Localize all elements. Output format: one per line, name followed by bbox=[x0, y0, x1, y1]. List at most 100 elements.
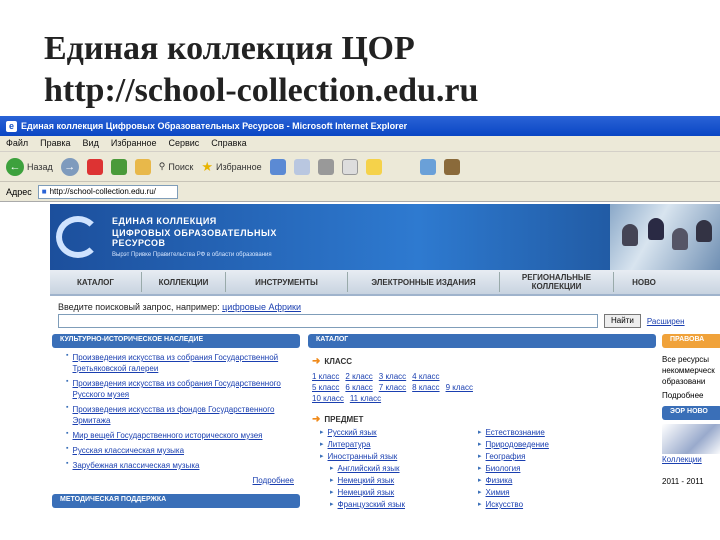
subject-link[interactable]: Физика bbox=[486, 475, 513, 487]
subject-link[interactable]: Французский язык bbox=[338, 499, 405, 511]
heritage-link[interactable]: Зарубежная классическая музыка bbox=[72, 460, 199, 471]
class-link[interactable]: 5 класс bbox=[312, 382, 339, 393]
bullet-icon: ▸ bbox=[478, 489, 482, 496]
menu-bar: Файл Правка Вид Избранное Сервис Справка bbox=[0, 136, 720, 152]
catalog-column: КАТАЛОГ ➜ КЛАСС 1 класс 2 класс 3 класс 4 к… bbox=[308, 334, 656, 511]
magnifier-icon: ⚲ bbox=[158, 161, 166, 171]
menu-tools[interactable]: Сервис bbox=[168, 138, 199, 149]
subject-item: ▸ Русский язык bbox=[320, 427, 478, 439]
class-link[interactable]: 6 класс bbox=[345, 382, 372, 393]
back-button[interactable]: ← Назад bbox=[6, 157, 53, 176]
menu-file[interactable]: Файл bbox=[6, 138, 28, 149]
subject-link[interactable]: Русский язык bbox=[328, 427, 377, 439]
class-link[interactable]: 9 класс bbox=[446, 382, 473, 393]
bullet-icon: ▪ bbox=[66, 460, 69, 467]
class-link[interactable]: 3 класс bbox=[379, 371, 406, 382]
heritage-link[interactable]: Произведения искусства из фондов Государ… bbox=[72, 404, 300, 426]
class-link[interactable]: 4 класс bbox=[412, 371, 439, 382]
eor-header: ЭОР НОВО bbox=[662, 406, 720, 420]
legal-text: Все ресурсы некоммерческ образовани bbox=[662, 354, 720, 387]
find-button[interactable]: Найти bbox=[604, 314, 641, 328]
class-link[interactable]: 10 класс bbox=[312, 393, 344, 404]
print-icon[interactable] bbox=[317, 158, 334, 175]
menu-edit[interactable]: Правка bbox=[40, 138, 70, 149]
class-link[interactable]: 7 класс bbox=[379, 382, 406, 393]
address-input[interactable]: ■ http://school-collection.edu.ru/ bbox=[37, 184, 178, 199]
advanced-search-link[interactable]: Расширен bbox=[647, 317, 685, 326]
subject-item: ▸ Литература bbox=[320, 439, 478, 451]
subject-item: ▸ Французский язык bbox=[320, 499, 478, 511]
eor-link[interactable]: Коллекции bbox=[662, 454, 720, 465]
heritage-link[interactable]: Произведения искусства из собрания Госуд… bbox=[72, 352, 300, 374]
subject-link[interactable]: Биология bbox=[486, 463, 521, 475]
nav-news[interactable]: НОВО bbox=[614, 272, 674, 292]
slide-title-line1: Единая коллекция ЦОР bbox=[44, 30, 415, 67]
nav-collections[interactable]: КОЛЛЕКЦИИ bbox=[142, 272, 226, 292]
forward-button[interactable]: → bbox=[60, 157, 79, 176]
right-column: ПРАВОВА Все ресурсы некоммерческ образов… bbox=[662, 334, 720, 486]
subject-link[interactable]: Иностранный язык bbox=[328, 451, 398, 463]
subject-link[interactable]: Английский язык bbox=[338, 463, 400, 475]
nav-regional[interactable]: РЕГИОНАЛЬНЫЕ КОЛЛЕКЦИИ bbox=[500, 272, 614, 292]
messenger-icon[interactable] bbox=[419, 158, 436, 175]
browser-toolbar: ← Назад → ⚲ Поиск ★ Избранное bbox=[0, 152, 720, 182]
methodical-header: МЕТОДИЧЕСКАЯ ПОДДЕРЖКА bbox=[52, 494, 300, 508]
subject-link[interactable]: Естествознание bbox=[486, 427, 545, 439]
bullet-icon: ▸ bbox=[478, 453, 482, 460]
bullet-icon: ▪ bbox=[66, 404, 69, 411]
nav-catalog[interactable]: КАТАЛОГ bbox=[50, 272, 142, 292]
subject-item: ▸ Немецкий язык bbox=[320, 487, 478, 499]
heritage-item: ▪ Произведения искусства из собрания Госу… bbox=[66, 378, 300, 400]
mail-icon[interactable] bbox=[293, 158, 310, 175]
subject-link[interactable]: Немецкий язык bbox=[338, 475, 395, 487]
legal-more[interactable]: Подробнее bbox=[662, 391, 720, 400]
subjects-right: ▸ Естествознание ▸ Природоведение ▸ География… bbox=[478, 427, 648, 511]
favorites-button[interactable]: ★ Избранное bbox=[201, 159, 261, 175]
class-link[interactable]: 8 класс bbox=[412, 382, 439, 393]
heritage-link[interactable]: Произведения искусства из собрания Госуд… bbox=[72, 378, 300, 400]
subject-title: ПРЕДМЕТ bbox=[324, 415, 364, 424]
refresh-icon[interactable] bbox=[110, 158, 127, 175]
address-bar: Адрес ■ http://school-collection.edu.ru/ bbox=[0, 182, 720, 202]
bullet-icon: ▸ bbox=[478, 501, 482, 508]
search-button[interactable]: ⚲ Поиск bbox=[159, 161, 194, 172]
search-example-link[interactable]: цифровые Африки bbox=[222, 302, 301, 312]
bullet-icon: ▸ bbox=[478, 429, 482, 436]
subject-link[interactable]: Природоведение bbox=[486, 439, 549, 451]
subject-link[interactable]: Искусство bbox=[486, 499, 524, 511]
heritage-link[interactable]: Мир вещей Государственного исторического… bbox=[72, 430, 262, 441]
site-search-input[interactable] bbox=[58, 314, 598, 328]
menu-help[interactable]: Справка bbox=[211, 138, 246, 149]
heritage-more-link[interactable]: Подробнее bbox=[52, 475, 300, 486]
history-icon[interactable] bbox=[269, 158, 286, 175]
class-link[interactable]: 1 класс bbox=[312, 371, 339, 382]
subject-link[interactable]: Немецкий язык bbox=[338, 487, 395, 499]
slide-title: Единая коллекция ЦОР http://school-colle… bbox=[44, 28, 478, 112]
edit-icon[interactable] bbox=[341, 158, 358, 175]
menu-view[interactable]: Вид bbox=[83, 138, 99, 149]
nav-tools[interactable]: ИНСТРУМЕНТЫ bbox=[226, 272, 348, 292]
heritage-link[interactable]: Русская классическая музыка bbox=[72, 445, 184, 456]
bullet-icon: ▪ bbox=[66, 430, 69, 437]
bullet-icon: ▪ bbox=[66, 445, 69, 452]
research-icon[interactable] bbox=[443, 158, 460, 175]
subject-link[interactable]: География bbox=[486, 451, 526, 463]
bullet-icon: ▸ bbox=[320, 453, 324, 460]
legal-text-line: Все ресурсы bbox=[662, 355, 710, 364]
subject-link[interactable]: Литература bbox=[328, 439, 371, 451]
class-link[interactable]: 11 класс bbox=[350, 393, 381, 404]
discuss-icon[interactable] bbox=[365, 158, 382, 175]
page-icon: ■ bbox=[41, 186, 47, 196]
class-link[interactable]: 2 класс bbox=[345, 371, 372, 382]
home-icon[interactable] bbox=[134, 158, 151, 175]
stop-icon[interactable] bbox=[86, 158, 103, 175]
subject-item: ▸ Биология bbox=[478, 463, 648, 475]
site-nav: КАТАЛОГ КОЛЛЕКЦИИ ИНСТРУМЕНТЫ ЭЛЕКТРОННЫ… bbox=[50, 270, 720, 296]
class-row: 1 класс 2 класс 3 класс 4 класс bbox=[312, 371, 656, 382]
site-logo-icon[interactable] bbox=[56, 216, 100, 258]
favorites-label: Избранное bbox=[216, 161, 262, 172]
menu-favorites[interactable]: Избранное bbox=[111, 138, 157, 149]
bullet-icon: ▪ bbox=[66, 352, 69, 359]
subject-link[interactable]: Химия bbox=[486, 487, 510, 499]
nav-e-publications[interactable]: ЭЛЕКТРОННЫЕ ИЗДАНИЯ bbox=[348, 272, 500, 292]
